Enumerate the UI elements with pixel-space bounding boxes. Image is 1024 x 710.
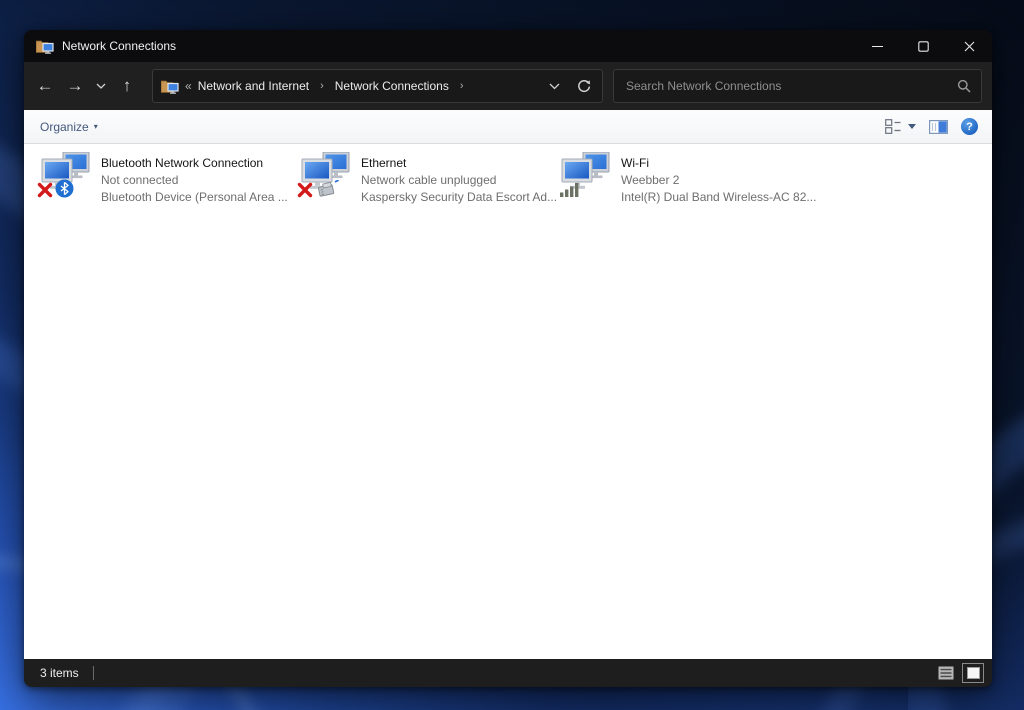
connection-name: Wi-Fi xyxy=(621,155,810,172)
up-button[interactable]: ↑ xyxy=(112,71,142,101)
breadcrumb-separator-icon[interactable]: › xyxy=(455,80,469,92)
connection-device: Kaspersky Security Data Escort Ad... xyxy=(361,189,550,206)
connection-status: Not connected xyxy=(101,172,288,189)
bluetooth-icon xyxy=(55,179,74,203)
connection-item-text: Bluetooth Network Connection Not connect… xyxy=(101,152,288,206)
organize-menu-button[interactable]: Organize ▾ xyxy=(40,120,98,134)
breadcrumb-network-connections[interactable]: Network Connections xyxy=(335,79,449,93)
minimize-button[interactable] xyxy=(854,30,900,62)
search-input[interactable] xyxy=(624,78,957,94)
connection-item-text: Wi-Fi Weebber 2 Intel(R) Dual Band Wirel… xyxy=(621,152,810,206)
status-bar: 3 items xyxy=(24,659,992,687)
window-caption-controls xyxy=(854,30,992,62)
connection-device: Bluetooth Device (Personal Area ... xyxy=(101,189,288,206)
network-connections-window: Network Connections ← → ↑ xyxy=(24,30,992,687)
recent-locations-chevron-icon[interactable] xyxy=(90,71,112,101)
network-folder-icon xyxy=(36,39,54,54)
large-icons-view-button[interactable] xyxy=(962,663,984,683)
signal-bars-icon xyxy=(560,182,580,202)
organize-caret-icon: ▾ xyxy=(94,122,98,131)
connection-status: Weebber 2 xyxy=(621,172,810,189)
breadcrumb-separator-icon[interactable]: › xyxy=(315,80,329,92)
help-question-icon: ? xyxy=(966,121,973,133)
navigation-bar: ← → ↑ « Network and Internet › Network C… xyxy=(24,62,992,110)
items-count: 3 items xyxy=(40,666,79,680)
view-options-caret-icon xyxy=(908,124,916,129)
details-view-button[interactable] xyxy=(935,663,957,683)
title-bar: Network Connections xyxy=(24,30,992,62)
organize-label: Organize xyxy=(40,120,89,134)
search-icon[interactable] xyxy=(957,79,971,93)
preview-pane-icon xyxy=(929,120,948,134)
search-box[interactable] xyxy=(613,69,982,103)
address-bar[interactable]: « Network and Internet › Network Connect… xyxy=(152,69,603,103)
desktop-wallpaper: Network Connections ← → ↑ xyxy=(0,0,1024,710)
connection-status: Network cable unplugged xyxy=(361,172,550,189)
connection-item-text: Ethernet Network cable unplugged Kaspers… xyxy=(361,152,550,206)
connection-item-bluetooth[interactable]: Bluetooth Network Connection Not connect… xyxy=(40,152,290,206)
address-location-icon xyxy=(161,79,179,94)
statusbar-divider xyxy=(93,666,94,680)
connection-name: Bluetooth Network Connection xyxy=(101,155,288,172)
large-icons-view-icon xyxy=(967,667,980,679)
refresh-icon[interactable] xyxy=(576,78,592,94)
breadcrumb-network-and-internet[interactable]: Network and Internet xyxy=(198,79,309,93)
forward-button[interactable]: → xyxy=(60,71,90,101)
connection-item-wifi[interactable]: Wi-Fi Weebber 2 Intel(R) Dual Band Wirel… xyxy=(560,152,810,206)
command-bar: Organize ▾ xyxy=(24,110,992,144)
connection-device: Intel(R) Dual Band Wireless-AC 82... xyxy=(621,189,810,206)
window-title: Network Connections xyxy=(62,39,176,53)
disabled-x-icon xyxy=(37,182,53,203)
network-adapter-icon xyxy=(560,152,612,200)
network-adapter-icon xyxy=(300,152,352,200)
close-button[interactable] xyxy=(946,30,992,62)
maximize-button[interactable] xyxy=(900,30,946,62)
preview-pane-button[interactable] xyxy=(929,120,948,134)
back-button[interactable]: ← xyxy=(30,71,60,101)
disabled-x-icon xyxy=(297,182,313,203)
view-options-icon xyxy=(885,119,902,134)
details-view-icon xyxy=(938,666,954,680)
address-dropdown-chevron-icon[interactable] xyxy=(549,83,560,90)
help-button[interactable]: ? xyxy=(961,118,978,135)
file-list-area[interactable]: Bluetooth Network Connection Not connect… xyxy=(24,144,992,659)
connection-item-ethernet[interactable]: Ethernet Network cable unplugged Kaspers… xyxy=(300,152,550,206)
network-adapter-icon xyxy=(40,152,92,200)
connection-name: Ethernet xyxy=(361,155,550,172)
ethernet-plug-icon xyxy=(315,180,339,203)
change-view-button[interactable] xyxy=(885,119,916,134)
breadcrumb-overflow-chevron[interactable]: « xyxy=(185,79,192,93)
